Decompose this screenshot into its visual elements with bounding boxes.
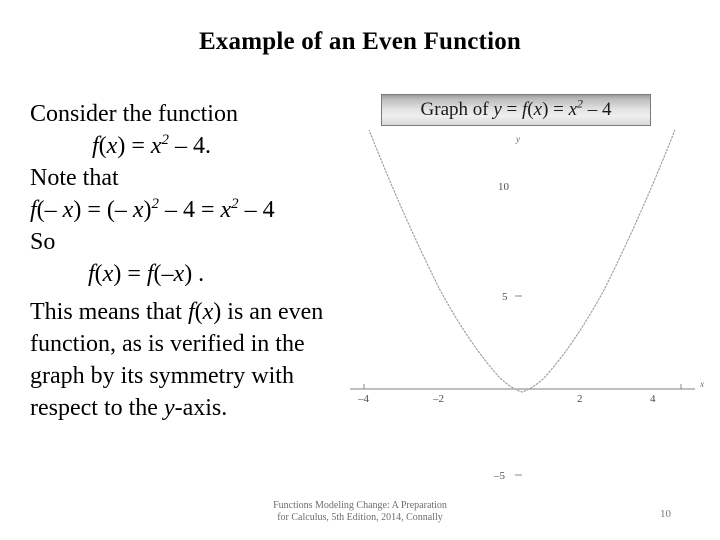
graph-caption-box: Graph of y = f(x) = x2 – 4 xyxy=(381,94,651,126)
math-var-x3: x xyxy=(220,197,232,223)
math-concl-close: ) . xyxy=(184,261,205,287)
text-para-part1: This means that xyxy=(30,299,188,325)
math-close-eq: ) = xyxy=(117,133,151,159)
y-tick-label-10: 10 xyxy=(498,181,510,193)
x-tick-label-4: 4 xyxy=(650,393,656,405)
math-minus-four-c: – 4 xyxy=(238,197,275,223)
caption-var-y: y xyxy=(493,99,502,120)
math-minus-four: – 4. xyxy=(168,133,211,159)
citation-line-1: Functions Modeling Change: A Preparation xyxy=(273,500,447,511)
caption-eq2: = xyxy=(548,99,569,120)
math-neg-close: ) = (– xyxy=(73,197,133,223)
text-so: So xyxy=(30,229,56,255)
math-paren-close2: ) xyxy=(143,197,152,223)
x-tick-label-neg4: –4 xyxy=(357,393,370,405)
text-line-so: So xyxy=(30,226,360,258)
citation-line-2: for Calculus, 5th Edition, 2014, Connall… xyxy=(277,512,443,523)
slide-page-number: 10 xyxy=(660,508,671,520)
text-consider: Consider the function xyxy=(30,101,238,127)
math-minus-four-b: – 4 = xyxy=(158,197,221,223)
math-f-concl: f xyxy=(88,261,95,287)
math-open-x: ( xyxy=(98,133,107,159)
math-var-negx2: x xyxy=(132,197,144,223)
math-var-negx: x xyxy=(62,197,74,223)
graph-svg: y x 10 5 –5 –4 –2 2 4 xyxy=(350,130,704,482)
math-exponent-2: 2 xyxy=(161,132,169,148)
caption-var-x: x xyxy=(568,99,578,120)
math-var-x2: x xyxy=(150,133,162,159)
lesson-text-block: Consider the function f(x) = x2 – 4. Not… xyxy=(30,98,360,424)
caption-tail: – 4 xyxy=(582,99,612,120)
parabola-path-helper xyxy=(364,130,676,390)
math-exponent-2b: 2 xyxy=(151,196,159,212)
axis-ticks xyxy=(363,295,682,476)
parabola-curve xyxy=(368,130,676,393)
x-axis-label: x xyxy=(699,379,704,389)
page-title: Example of an Even Function xyxy=(198,28,522,55)
text-line-conclusion: f(x) = f(–x) . xyxy=(30,258,360,290)
math-neg-open: (– xyxy=(36,197,63,223)
math-f-symbol: f xyxy=(92,133,99,159)
parabola-graph: y x 10 5 –5 –4 –2 2 4 xyxy=(350,130,710,490)
math-f-neg: f xyxy=(30,197,37,223)
text-note-that: Note that xyxy=(30,165,119,191)
graph-caption-text: Graph of y = f(x) = x2 – 4 xyxy=(420,98,612,121)
math-var-x-para: x xyxy=(202,299,214,325)
caption-fx-paren: (x) xyxy=(527,99,549,120)
math-concl-open: ( xyxy=(94,261,103,287)
source-citation: Functions Modeling Change: A Preparation… xyxy=(185,500,535,524)
y-tick-label-neg5: –5 xyxy=(493,470,506,482)
y-tick-label-5: 5 xyxy=(502,291,508,303)
math-var-x-concl: x xyxy=(102,261,114,287)
caption-eq1: = xyxy=(501,99,523,120)
text-line-evenproof: f(– x) = (– x)2 – 4 = x2 – 4 xyxy=(30,194,360,226)
math-exponent-2c: 2 xyxy=(231,196,239,212)
math-f-para: f xyxy=(187,299,195,325)
caption-prefix: Graph of xyxy=(420,99,494,120)
x-tick-label-2: 2 xyxy=(577,393,583,405)
math-concl-open2: (– xyxy=(153,261,174,287)
math-concl-eq: ) = xyxy=(113,261,147,287)
math-var-y-para: y xyxy=(163,395,175,421)
math-f-concl2: f xyxy=(146,261,154,287)
math-var-negx-concl: x xyxy=(173,261,185,287)
text-line-definition: f(x) = x2 – 4. xyxy=(30,130,360,162)
x-tick-label-neg2: –2 xyxy=(432,393,444,405)
text-paragraph-explanation: This means that f(x) is an even function… xyxy=(30,296,360,424)
text-para-part3: -axis. xyxy=(174,395,228,421)
text-line-consider: Consider the function xyxy=(30,98,360,130)
text-line-note: Note that xyxy=(30,162,360,194)
math-para-open: ( xyxy=(194,299,203,325)
math-var-x: x xyxy=(106,133,118,159)
y-axis-label: y xyxy=(515,134,520,144)
